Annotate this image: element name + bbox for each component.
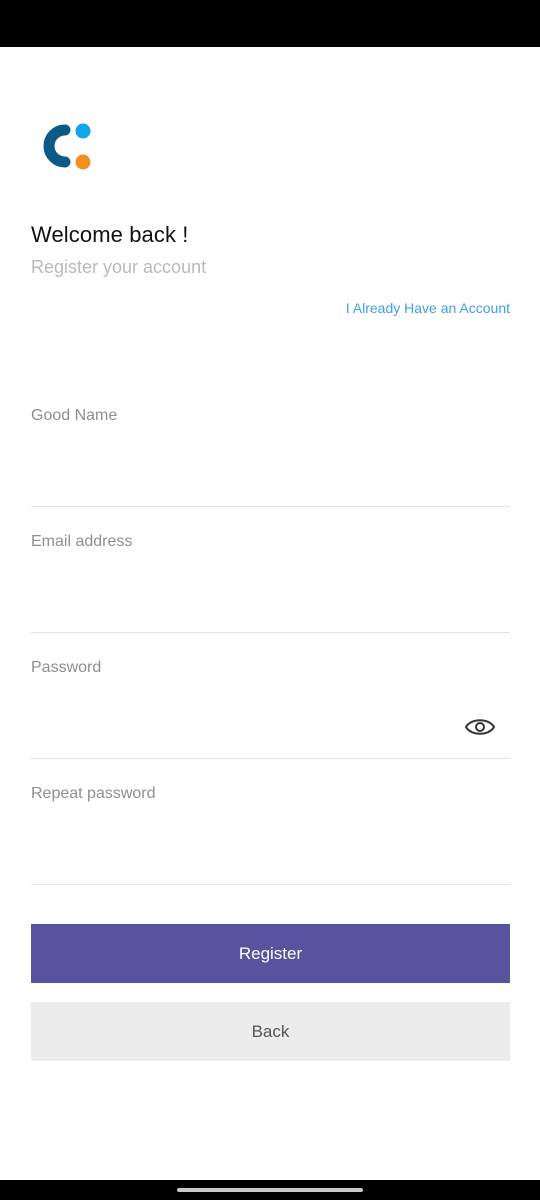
password-input[interactable]	[31, 699, 451, 739]
email-input[interactable]	[31, 573, 451, 613]
password-field: Password	[31, 659, 510, 759]
email-field: Email address	[31, 533, 510, 633]
register-button[interactable]: Register	[31, 924, 510, 983]
repeat-password-label: Repeat password	[31, 785, 156, 802]
page-subtitle: Register your account	[31, 257, 207, 277]
repeat-password-input[interactable]	[31, 825, 451, 865]
email-label: Email address	[31, 533, 133, 550]
name-input[interactable]	[31, 447, 451, 487]
password-label: Password	[31, 659, 102, 676]
name-label: Good Name	[31, 407, 118, 424]
back-button[interactable]: Back	[31, 1002, 510, 1061]
eye-icon[interactable]	[464, 715, 496, 739]
navigation-bar	[0, 1180, 540, 1200]
name-field: Good Name	[31, 407, 510, 507]
brand-logo-icon	[40, 122, 94, 172]
already-have-account-link[interactable]: I Already Have an Account	[346, 300, 510, 316]
status-bar	[0, 0, 540, 47]
home-gesture-handle[interactable]	[177, 1188, 363, 1192]
repeat-password-field: Repeat password	[31, 785, 510, 885]
page-title: Welcome back !	[31, 222, 189, 247]
